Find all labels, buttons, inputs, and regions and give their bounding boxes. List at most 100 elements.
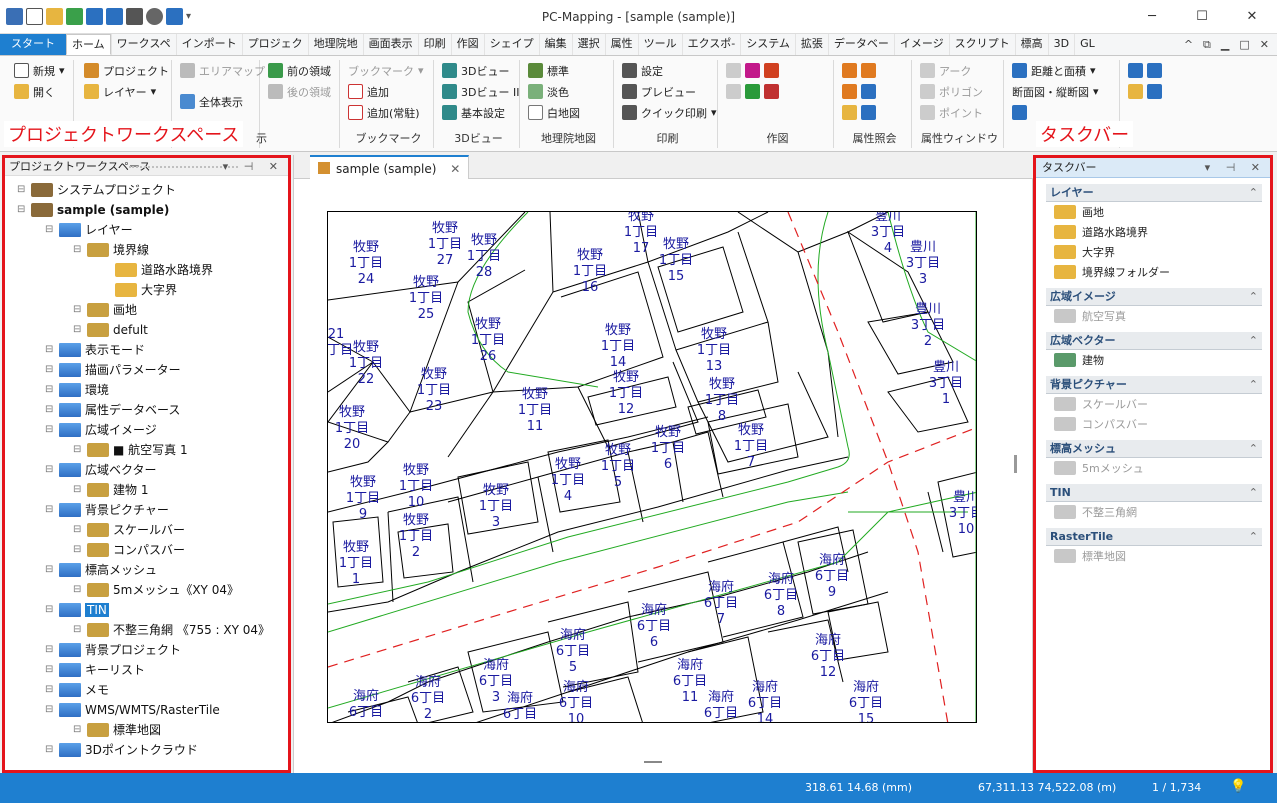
print-settings-button[interactable]: 設定: [618, 60, 717, 81]
attr-search-icon[interactable]: [861, 105, 876, 120]
polygon-button[interactable]: ポリゴン: [916, 81, 1003, 102]
collapse-icon[interactable]: ⌃: [1249, 484, 1258, 502]
layout-1-icon[interactable]: [1128, 63, 1143, 78]
tree-expander-icon[interactable]: ⊟: [45, 504, 55, 515]
tab-1[interactable]: ホーム: [66, 34, 111, 55]
taskbar-item[interactable]: スケールバー: [1046, 394, 1262, 414]
tab-2[interactable]: ワークスペ: [110, 34, 176, 55]
tab-21[interactable]: 3D: [1047, 34, 1074, 55]
tree-item[interactable]: ⊟ WMS/WMTS/RasterTile: [45, 700, 220, 719]
draw-tools[interactable]: [722, 60, 833, 81]
tree-expander-icon[interactable]: ⊟: [45, 344, 55, 355]
bookmark-add-button[interactable]: 追加: [344, 81, 433, 102]
tab-19[interactable]: スクリプト: [948, 34, 1015, 55]
taskbar-item[interactable]: 不整三角網: [1046, 502, 1262, 522]
tab-10[interactable]: 編集: [538, 34, 572, 55]
tree-expander-icon[interactable]: ⊟: [45, 224, 55, 235]
tab-18[interactable]: イメージ: [893, 34, 949, 55]
tree-expander-icon[interactable]: ⊟: [45, 564, 55, 575]
tree-item[interactable]: ⊟ sample (sample): [17, 200, 169, 219]
collapse-icon[interactable]: ⌃: [1249, 288, 1258, 306]
tab-5[interactable]: 地理院地: [307, 34, 363, 55]
tree-item[interactable]: ⊟ 表示モード: [45, 340, 145, 359]
tab-20[interactable]: 標高: [1014, 34, 1048, 55]
taskbar-item[interactable]: 大字界: [1046, 242, 1262, 262]
basic-settings-button[interactable]: 基本設定: [438, 102, 519, 123]
tree-item[interactable]: ⊟ 背景プロジェクト: [45, 640, 181, 659]
tree-expander-icon[interactable]: ⊟: [17, 204, 27, 215]
ribbon-restore-icon[interactable]: □: [1239, 38, 1249, 52]
taskbar-section-header[interactable]: レイヤー ⌃: [1046, 184, 1262, 202]
tree-item[interactable]: ⊟ システムプロジェクト: [17, 180, 176, 199]
layout-3-icon[interactable]: [1128, 84, 1143, 99]
tree-item[interactable]: ⊟ 広域ベクター: [45, 460, 157, 479]
tree-expander-icon[interactable]: ⊟: [45, 644, 55, 655]
tree-item[interactable]: ⊟ キーリスト: [45, 660, 145, 679]
maximize-button[interactable]: ☐: [1177, 0, 1227, 34]
3dview2-button[interactable]: 3Dビュー II: [438, 81, 519, 102]
tree-expander-icon[interactable]: ⊟: [73, 584, 83, 595]
tree-expander-icon[interactable]: ⊟: [45, 744, 55, 755]
ribbon-min-icon[interactable]: ▁: [1221, 38, 1229, 52]
horizontal-splitter[interactable]: [644, 761, 662, 763]
minimize-button[interactable]: ─: [1127, 0, 1177, 34]
tree-expander-icon[interactable]: ⊟: [17, 184, 27, 195]
tree-item[interactable]: ⊟ 環境: [45, 380, 109, 399]
taskbar-item[interactable]: 標準地図: [1046, 546, 1262, 566]
tab-4[interactable]: プロジェク: [241, 34, 308, 55]
close-button[interactable]: ✕: [1227, 0, 1277, 34]
undo-icon[interactable]: [726, 63, 741, 78]
pen-icon[interactable]: [745, 84, 760, 99]
tree-item[interactable]: ⊟ 3Dポイントクラウド: [45, 740, 198, 759]
next-region-button[interactable]: 後の領域: [264, 81, 339, 102]
tree-item[interactable]: ⊟ TIN: [45, 600, 109, 619]
taskbar-item[interactable]: 航空写真: [1046, 306, 1262, 326]
bookmark-add-resident-button[interactable]: 追加(常駐): [344, 102, 433, 123]
workspace-controls[interactable]: ▾ ⊣ ✕: [223, 158, 284, 176]
tree-item[interactable]: ⊟ 属性データベース: [45, 400, 180, 419]
prev-region-button[interactable]: 前の領域: [264, 60, 339, 81]
tree-expander-icon[interactable]: ⊟: [73, 624, 83, 635]
tab-6[interactable]: 画面表示: [362, 34, 418, 55]
layout-2-icon[interactable]: [1147, 63, 1162, 78]
gsi-standard-button[interactable]: 標準: [524, 60, 613, 81]
tab-12[interactable]: 属性: [604, 34, 638, 55]
tree-expander-icon[interactable]: ⊟: [73, 304, 83, 315]
tree-expander-icon[interactable]: ⊟: [45, 404, 55, 415]
taskbar-item[interactable]: 画地: [1046, 202, 1262, 222]
fit-all-button[interactable]: 全体表示: [176, 91, 259, 112]
tab-close-icon[interactable]: ✕: [450, 162, 460, 176]
ribbon-layout-icon[interactable]: ⧉: [1203, 38, 1211, 52]
tab-0[interactable]: スタート: [0, 34, 66, 55]
tree-item[interactable]: ⊟ 建物 1: [73, 480, 148, 499]
tree-item[interactable]: ⊟ defult: [73, 320, 148, 339]
collapse-icon[interactable]: ⌃: [1249, 332, 1258, 350]
taskbar-section-header[interactable]: 広域イメージ ⌃: [1046, 288, 1262, 306]
taskbar-section-header[interactable]: 広域ベクター ⌃: [1046, 332, 1262, 350]
gsi-pale-button[interactable]: 淡色: [524, 81, 613, 102]
collapse-icon[interactable]: ⌃: [1249, 376, 1258, 394]
point-button[interactable]: ポイント: [916, 102, 1003, 123]
tree-expander-icon[interactable]: ⊟: [45, 384, 55, 395]
taskbar-section-header[interactable]: TIN ⌃: [1046, 484, 1262, 502]
gsi-blank-button[interactable]: 白地図: [524, 102, 613, 123]
tree-item[interactable]: ⊟ 描画パラメーター: [45, 360, 181, 379]
redo-icon[interactable]: [726, 84, 741, 99]
project-button[interactable]: プロジェクト: [80, 60, 171, 81]
tree-item[interactable]: ⊟ ■ 航空写真 1: [73, 440, 188, 459]
taskbar-item[interactable]: 境界線フォルダー: [1046, 262, 1262, 282]
tree-item[interactable]: 道路水路境界: [101, 260, 213, 279]
tab-15[interactable]: システム: [740, 34, 795, 55]
tab-14[interactable]: エクスポ-: [681, 34, 741, 55]
tab-16[interactable]: 拡張: [794, 34, 828, 55]
tree-expander-icon[interactable]: ⊟: [45, 604, 55, 615]
tree-expander-icon[interactable]: ⊟: [45, 424, 55, 435]
layer-button[interactable]: レイヤー ▾: [80, 81, 171, 102]
vertical-splitter[interactable]: [1014, 455, 1017, 473]
print-preview-button[interactable]: プレビュー: [618, 81, 717, 102]
taskbar-item[interactable]: 道路水路境界: [1046, 222, 1262, 242]
map-canvas[interactable]: 牧野 1丁目 27 牧野 1丁目 17 豊川 3丁目 4 牧野 1丁目 24 牧野 1丁目 28 牧野 1丁目 1…: [327, 211, 977, 723]
profile-button[interactable]: 断面図・縦断図 ▾: [1008, 81, 1119, 102]
tree-expander-icon[interactable]: ⊟: [73, 444, 83, 455]
tab-22[interactable]: GL: [1074, 34, 1100, 55]
